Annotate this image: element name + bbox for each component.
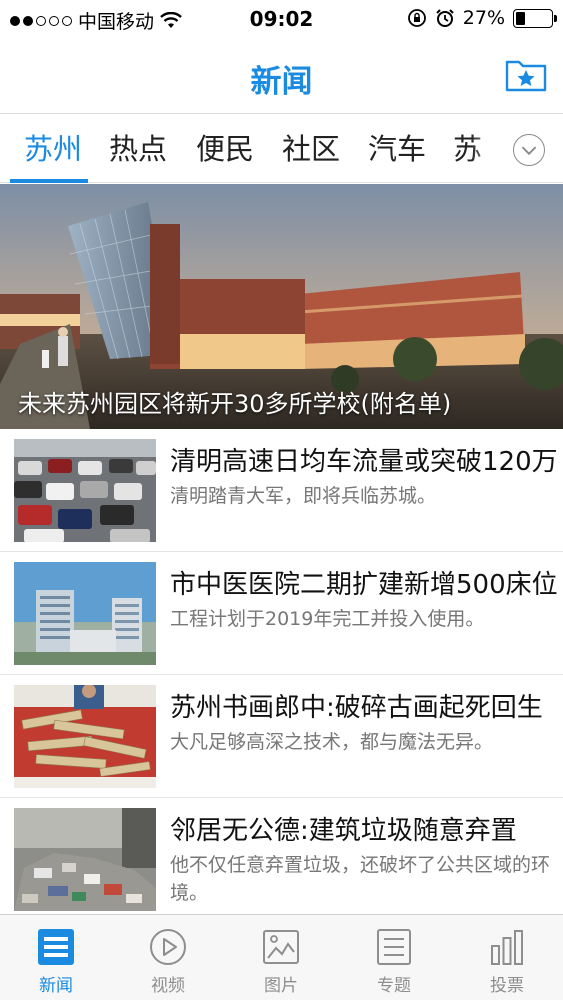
news-icon <box>38 929 74 965</box>
hospital-thumbnail <box>14 562 156 665</box>
news-title: 市中医医院二期扩建新增500床位 <box>170 570 558 600</box>
status-bar: 中国移动 09:02 27% <box>0 0 563 38</box>
play-icon <box>150 929 186 965</box>
tabbar-label: 新闻 <box>39 976 73 996</box>
category-tabs: 苏州 热点 便民 社区 汽车 苏 <box>0 115 563 183</box>
tab-community[interactable]: 社区 <box>282 129 340 169</box>
status-right: 27% <box>407 7 557 29</box>
news-summary: 清明踏青大军，即将兵临苏城。 <box>170 485 437 507</box>
list-item[interactable]: 市中医医院二期扩建新增500床位 工程计划于2019年完工并投入使用。 <box>0 552 563 675</box>
folder-star-icon[interactable] <box>505 56 547 92</box>
tabbar-video[interactable]: 视频 <box>112 915 224 1000</box>
tab-hot[interactable]: 热点 <box>109 129 167 169</box>
chevron-down-circle-icon[interactable] <box>513 134 545 166</box>
tab-auto[interactable]: 汽车 <box>368 129 426 169</box>
news-summary: 大凡足够高深之技术，都与魔法无异。 <box>170 731 494 753</box>
battery-icon <box>513 8 557 28</box>
orientation-lock-icon <box>407 9 426 27</box>
hero-banner[interactable]: 未来苏州园区将新开30多所学校(附名单) <box>0 184 563 429</box>
navigation-bar: 新闻 <box>0 38 563 114</box>
battery-percent: 27% <box>462 7 505 29</box>
tabbar-label: 投票 <box>490 976 524 996</box>
page-title: 新闻 <box>250 64 313 100</box>
news-list: 清明高速日均车流量或突破120万 清明踏青大军，即将兵临苏城。 市中医医院二期扩… <box>0 429 563 921</box>
topic-list-icon <box>377 929 411 965</box>
news-summary: 他不仅任意弃置垃圾，还破坏了公共区域的环境。 <box>170 854 551 904</box>
list-item[interactable]: 清明高速日均车流量或突破120万 清明踏青大军，即将兵临苏城。 <box>0 429 563 552</box>
news-title: 清明高速日均车流量或突破120万 <box>170 447 558 477</box>
bottom-tab-bar: 新闻 视频 图片 专题 投票 <box>0 914 563 1000</box>
active-tab-indicator <box>10 179 88 183</box>
tabbar-label: 视频 <box>151 976 185 996</box>
alarm-icon <box>436 9 454 27</box>
painting-restoration-thumbnail <box>14 685 156 788</box>
news-summary: 工程计划于2019年完工并投入使用。 <box>170 608 485 630</box>
tabbar-pictures[interactable]: 图片 <box>225 915 337 1000</box>
news-title: 邻居无公德:建筑垃圾随意弃置 <box>170 816 517 846</box>
list-item[interactable]: 苏州书画郎中:破碎古画起死回生 大凡足够高深之技术，都与魔法无异。 <box>0 675 563 798</box>
tabbar-label: 专题 <box>377 976 411 996</box>
tabbar-news[interactable]: 新闻 <box>0 915 112 1000</box>
tabs-fade <box>471 115 505 182</box>
bar-chart-icon <box>491 930 523 965</box>
tab-suzhou[interactable]: 苏州 <box>24 129 82 169</box>
picture-icon <box>263 930 299 964</box>
traffic-jam-thumbnail <box>14 439 156 542</box>
construction-waste-thumbnail <box>14 808 156 911</box>
tab-convenience[interactable]: 便民 <box>196 129 254 169</box>
hero-caption: 未来苏州园区将新开30多所学校(附名单) <box>18 390 452 418</box>
news-title: 苏州书画郎中:破碎古画起死回生 <box>170 693 543 723</box>
tabbar-vote[interactable]: 投票 <box>451 915 563 1000</box>
battery-level <box>516 11 526 25</box>
tabbar-label: 图片 <box>264 976 298 996</box>
tabbar-topics[interactable]: 专题 <box>338 915 450 1000</box>
list-item[interactable]: 邻居无公德:建筑垃圾随意弃置 他不仅任意弃置垃圾，还破坏了公共区域的环境。 <box>0 798 563 921</box>
